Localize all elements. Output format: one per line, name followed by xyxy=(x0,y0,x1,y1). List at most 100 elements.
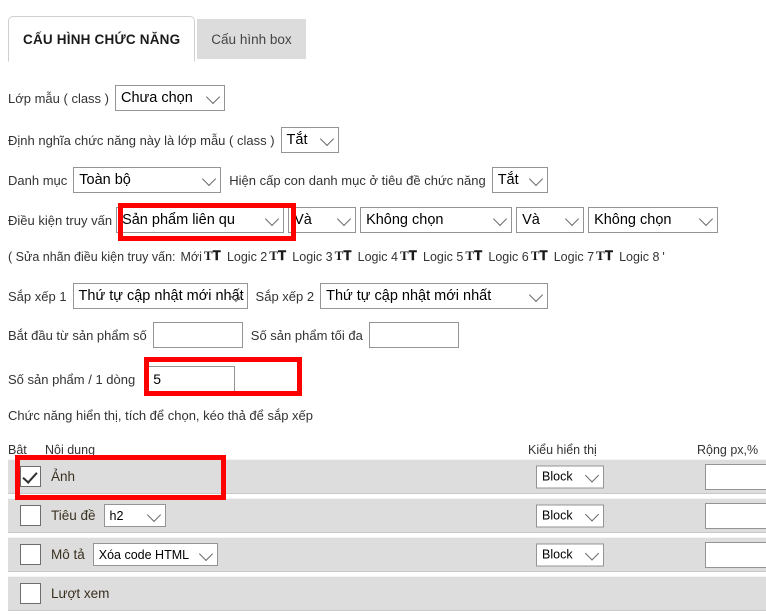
logic-trailing: ' xyxy=(662,250,665,264)
select-dieu-kien-2-value: Không chọn xyxy=(366,211,444,228)
logic-link-0[interactable]: Mới xyxy=(181,250,202,264)
chevron-down-icon xyxy=(205,89,221,105)
chevron-down-icon xyxy=(529,287,544,303)
tab-label: CẤU HÌNH CHỨC NĂNG xyxy=(23,31,181,47)
row-width-cell xyxy=(705,541,766,568)
label-dinh-nghia: Định nghĩa chức năng này là lớp mẫu ( cl… xyxy=(8,132,275,148)
select-kieu-hien-thi-value: Block xyxy=(542,547,573,562)
select-tieu-de-tag-value: h2 xyxy=(109,508,124,523)
row-label: Lượt xem xyxy=(51,586,110,601)
row-dinh-nghia-lop-mau: Định nghĩa chức năng này là lớp mẫu ( cl… xyxy=(8,127,339,153)
row-dieu-kien-truy-van: Điều kiện truy vấn Sản phẩm liên qu Và K… xyxy=(8,207,719,233)
table-row[interactable]: Ảnh Block xyxy=(8,459,766,494)
select-tieu-de-tag[interactable]: h2 xyxy=(103,504,166,527)
input-rong[interactable] xyxy=(705,463,766,490)
select-sap-xep-2[interactable]: Thứ tự cập nhật mới nhất xyxy=(320,283,549,309)
chevron-down-icon xyxy=(584,468,600,483)
select-kieu-hien-thi-value: Block xyxy=(542,469,573,484)
label-lop-mau: Lớp mẫu ( class ) xyxy=(8,90,109,106)
select-mo-ta-option-value: Xóa code HTML xyxy=(98,547,190,562)
chevron-down-icon xyxy=(198,546,213,561)
logic-link-7[interactable]: Logic 8 xyxy=(619,250,659,264)
logic-link-2[interactable]: Logic 3 xyxy=(292,250,332,264)
select-hien-cap-con-value: Tắt xyxy=(497,171,519,188)
row-lop-mau: Lớp mẫu ( class ) Chưa chọn xyxy=(8,85,225,111)
text-format-icon[interactable]: T𝐓 xyxy=(531,248,548,264)
header-rong: Rộng px,% xyxy=(697,443,759,457)
text-format-icon[interactable]: T𝐓 xyxy=(269,248,286,264)
select-toan-tu-1-value: Và xyxy=(294,211,312,228)
row-width-cell xyxy=(705,463,766,490)
select-toan-tu-1[interactable]: Và xyxy=(288,207,357,233)
select-dieu-kien-1[interactable]: Sản phẩm liên qu xyxy=(116,207,285,233)
table-header: Bật Nội dung Kiểu hiển thị Rộng px,% xyxy=(0,443,766,459)
row-sua-nhan-dieu-kien: ( Sửa nhãn điều kiện truy vấn: Mới T𝐓 Lo… xyxy=(8,248,670,265)
chevron-down-icon xyxy=(584,546,600,561)
chevron-down-icon xyxy=(584,507,600,522)
text-format-icon[interactable]: T𝐓 xyxy=(465,248,482,264)
select-dieu-kien-3-value: Không chọn xyxy=(594,211,672,228)
text-format-icon[interactable]: T𝐓 xyxy=(596,248,613,264)
select-dinh-nghia-value: Tắt xyxy=(286,131,308,148)
input-rong[interactable] xyxy=(705,541,766,568)
chevron-down-icon xyxy=(146,507,161,522)
text-format-icon[interactable]: T𝐓 xyxy=(204,248,221,264)
content-table: Ảnh Block Tiêu đề h2 Block Mô tả Xóa cod… xyxy=(8,459,766,615)
select-lop-mau-value: Chưa chọn xyxy=(121,89,193,106)
select-toan-tu-2-value: Và xyxy=(522,211,540,228)
select-dieu-kien-1-value: Sản phẩm liên qu xyxy=(122,211,235,228)
hint-text: Chức năng hiển thị, tích để chọn, kéo th… xyxy=(8,408,314,423)
row-width-cell xyxy=(705,502,766,529)
select-dieu-kien-3[interactable]: Không chọn xyxy=(588,207,719,233)
select-sap-xep-1[interactable]: Thứ tự cập nhật mới nhất xyxy=(72,283,248,309)
select-danh-muc-value: Toàn bộ xyxy=(79,171,131,188)
tab-cau-hinh-chuc-nang[interactable]: CẤU HÌNH CHỨC NĂNG xyxy=(8,16,196,62)
row-checkbox[interactable] xyxy=(20,466,41,487)
row-checkbox[interactable] xyxy=(20,544,41,565)
logic-prefix: ( Sửa nhãn điều kiện truy vấn: xyxy=(8,250,176,264)
input-so-san-pham-toi-da[interactable] xyxy=(368,322,459,348)
select-kieu-hien-thi[interactable]: Block xyxy=(536,543,604,566)
select-toan-tu-2[interactable]: Và xyxy=(516,207,585,233)
label-so-san-pham-toi-da: Số sản phẩm tối đa xyxy=(250,327,363,343)
select-kieu-hien-thi[interactable]: Block xyxy=(536,465,604,488)
table-row[interactable]: Tiêu đề h2 Block xyxy=(8,498,766,533)
label-bat-dau-tu: Bắt đầu từ sản phẩm số xyxy=(8,327,147,343)
row-label: Ảnh xyxy=(51,469,76,484)
input-rong[interactable] xyxy=(705,502,766,529)
input-so-san-pham-mot-dong[interactable] xyxy=(147,366,236,392)
text-format-icon[interactable]: T𝐓 xyxy=(335,248,352,264)
chevron-down-icon xyxy=(336,211,352,227)
row-checkbox[interactable] xyxy=(20,583,41,604)
row-display-cell: Block xyxy=(536,543,604,566)
row-label: Mô tả xyxy=(51,547,85,562)
table-row[interactable]: Lượt xem xyxy=(8,576,766,611)
select-dinh-nghia[interactable]: Tắt xyxy=(280,127,339,153)
select-mo-ta-option[interactable]: Xóa code HTML xyxy=(92,543,218,566)
select-kieu-hien-thi[interactable]: Block xyxy=(536,504,604,527)
header-bat: Bật xyxy=(8,443,27,457)
logic-link-3[interactable]: Logic 4 xyxy=(358,250,398,264)
tab-cau-hinh-box[interactable]: Cấu hình box xyxy=(197,19,306,59)
select-hien-cap-con[interactable]: Tắt xyxy=(491,167,548,193)
header-noi-dung: Nội dung xyxy=(45,443,96,457)
logic-link-1[interactable]: Logic 2 xyxy=(227,250,267,264)
logic-link-5[interactable]: Logic 6 xyxy=(488,250,528,264)
select-danh-muc[interactable]: Toàn bộ xyxy=(73,167,222,193)
row-label: Tiêu đề xyxy=(51,508,96,523)
select-lop-mau[interactable]: Chưa chọn xyxy=(115,85,225,111)
logic-link-4[interactable]: Logic 5 xyxy=(423,250,463,264)
label-dieu-kien-truy-van: Điều kiện truy vấn xyxy=(8,212,113,228)
row-display-cell: Block xyxy=(536,465,604,488)
table-row[interactable]: Mô tả Xóa code HTML Block xyxy=(8,537,766,572)
chevron-down-icon xyxy=(528,171,543,187)
select-dieu-kien-2[interactable]: Không chọn xyxy=(360,207,513,233)
tab-bar: CẤU HÌNH CHỨC NĂNG Cấu hình box xyxy=(8,16,306,62)
input-bat-dau-tu[interactable] xyxy=(152,322,243,348)
row-checkbox[interactable] xyxy=(20,505,41,526)
text-format-icon[interactable]: T𝐓 xyxy=(400,248,417,264)
logic-link-6[interactable]: Logic 7 xyxy=(554,250,594,264)
tab-label: Cấu hình box xyxy=(211,31,292,47)
chevron-down-icon xyxy=(564,211,580,227)
chevron-down-icon xyxy=(202,171,217,187)
